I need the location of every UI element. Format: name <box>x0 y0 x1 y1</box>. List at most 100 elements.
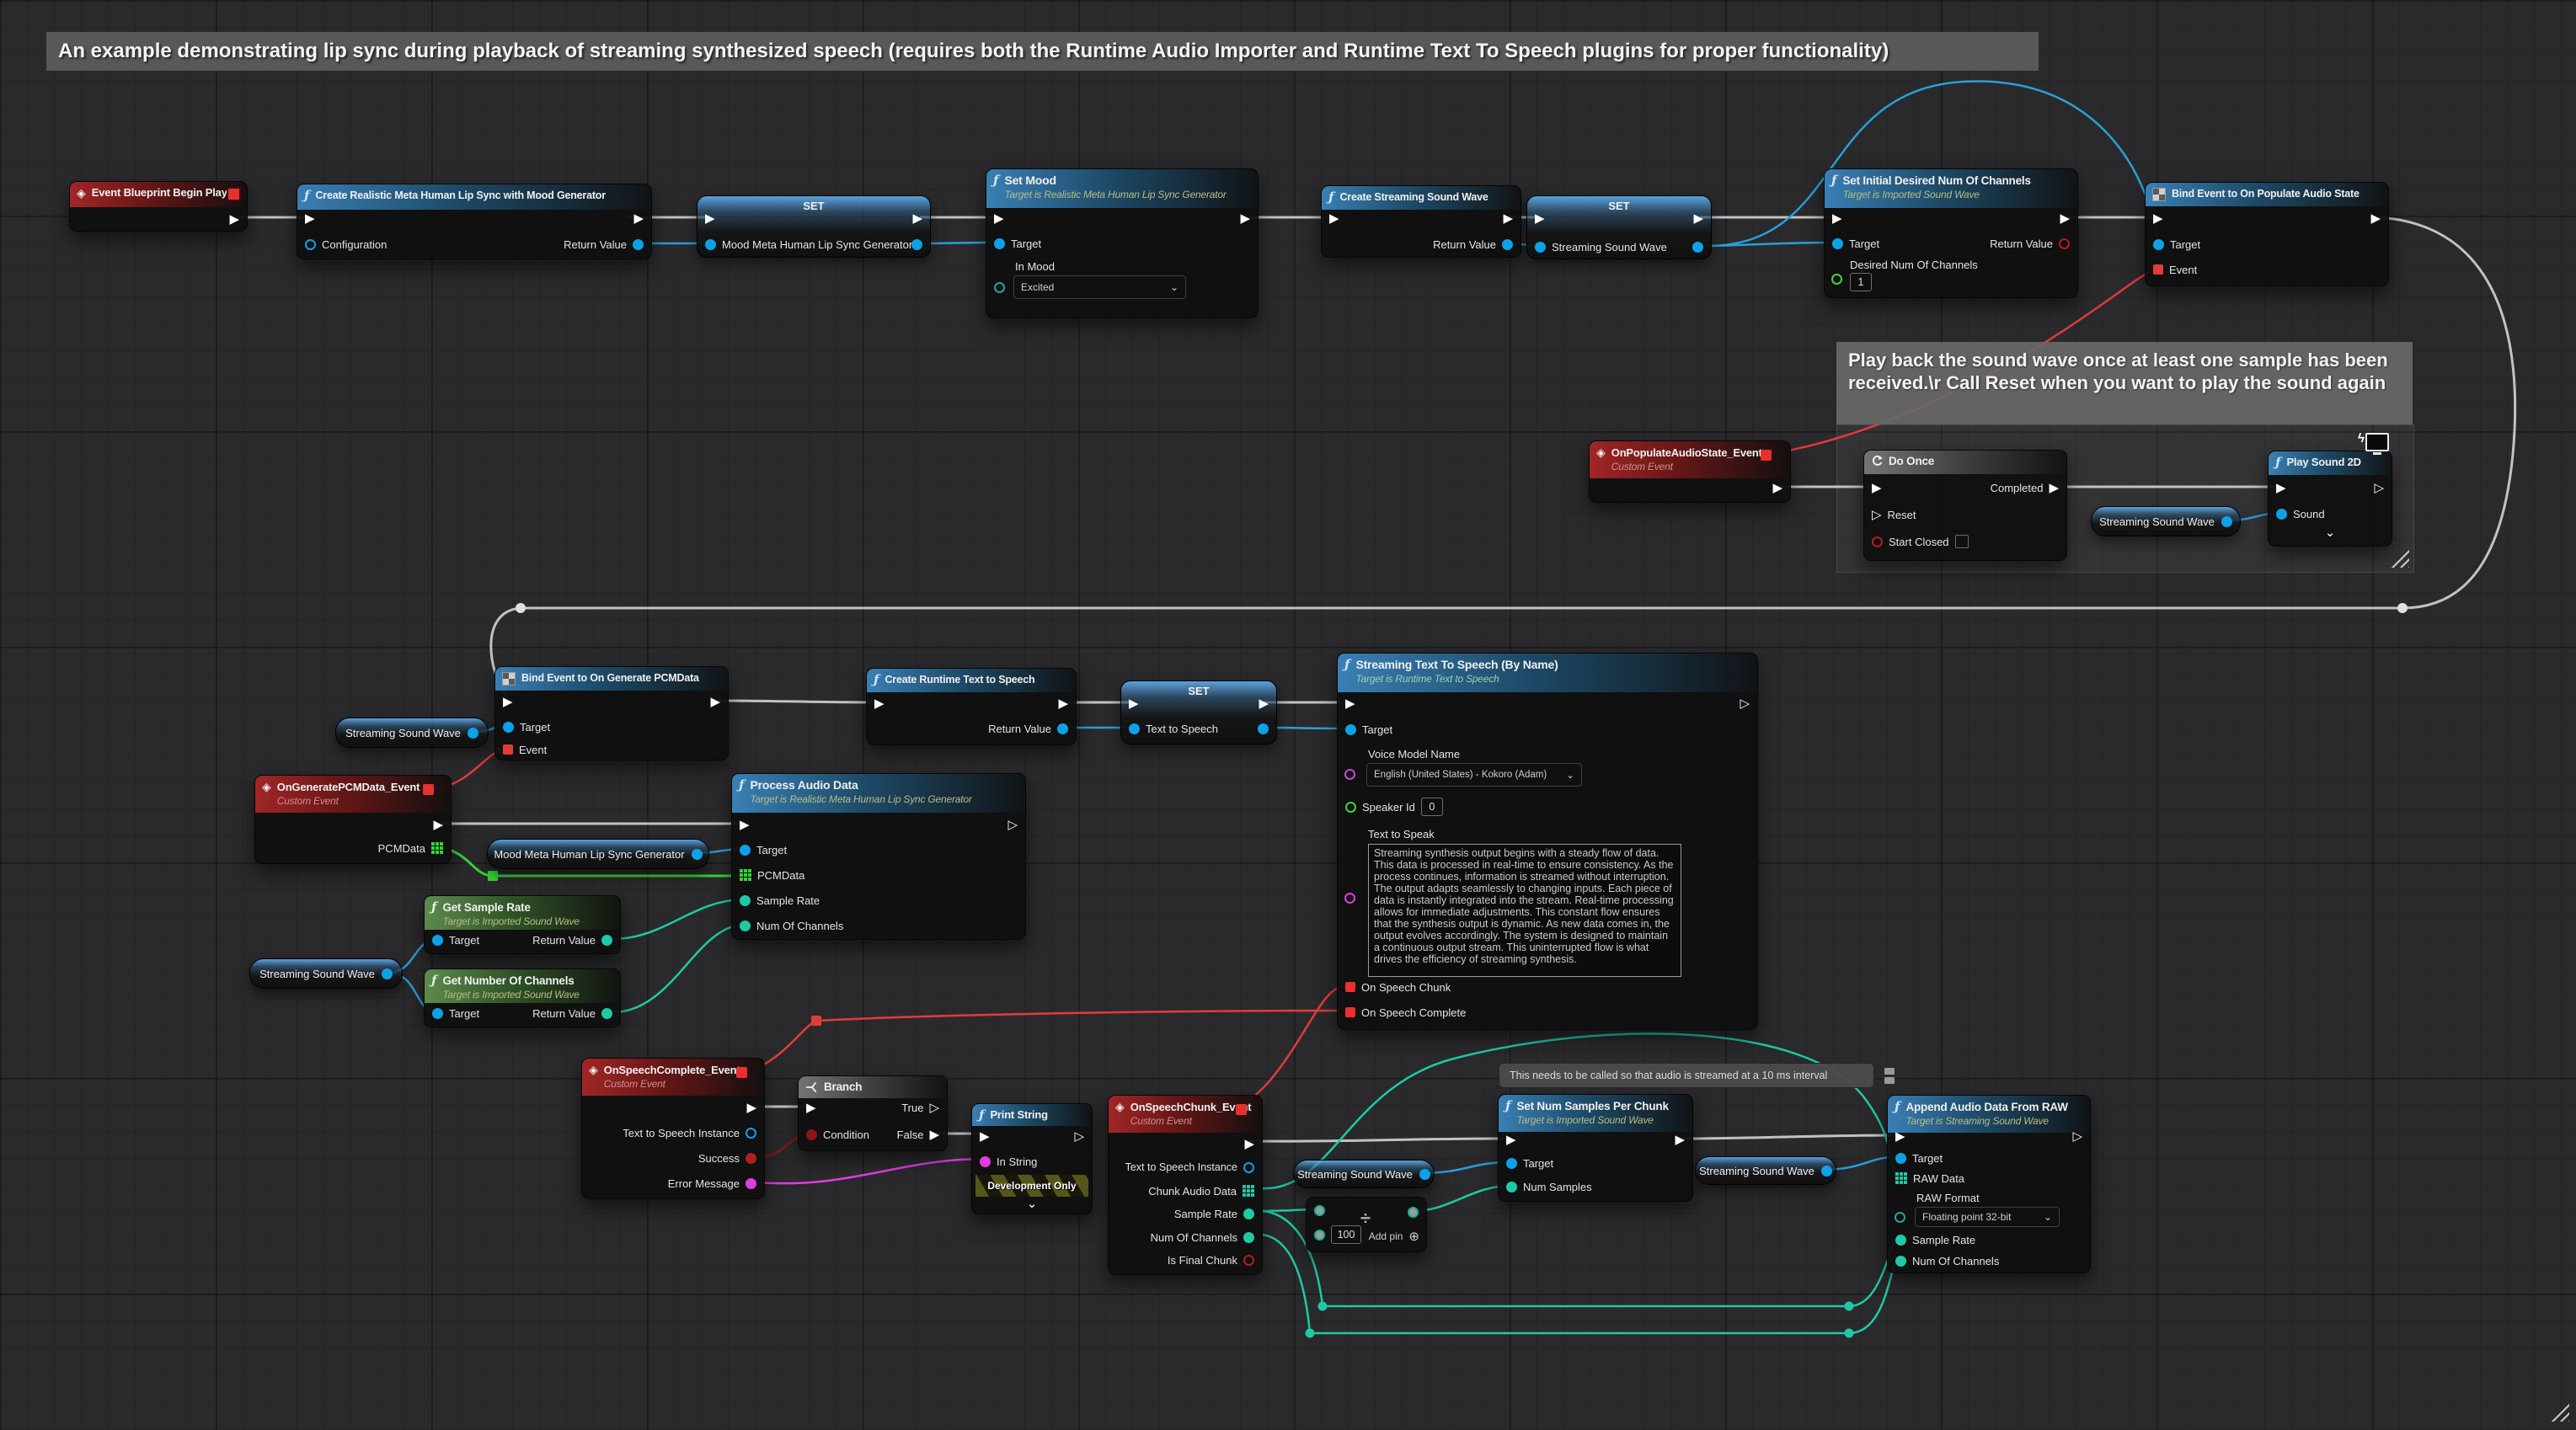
node-set-mood[interactable]: ƒ Set Mood Target is Realistic Meta Huma… <box>986 168 1259 318</box>
panel-resize-handle[interactable] <box>2549 1401 2569 1422</box>
node-divide[interactable]: ÷ 100 ⊕Add pin <box>1306 1197 1427 1252</box>
var-out-pin[interactable] <box>382 968 393 979</box>
exec-out-pin[interactable]: ▷ <box>1007 819 1018 831</box>
on-speech-complete-pin[interactable] <box>1345 1007 1355 1017</box>
node-bind-on-populate-audio-state[interactable]: Bind Event to On Populate Audio State ▶ … <box>2145 182 2389 286</box>
node-branch[interactable]: Branch ▶ ▷True Condition ▶False <box>798 1075 948 1151</box>
num-samples-pin[interactable] <box>1506 1182 1517 1193</box>
is-final-chunk-pin[interactable] <box>1243 1255 1254 1266</box>
configuration-pin[interactable] <box>305 239 316 250</box>
node-do-once[interactable]: Do Once ▶ ▶Completed ▷Reset Start Closed <box>1863 450 2067 561</box>
var-out-pin[interactable] <box>1419 1169 1430 1180</box>
speaker-id-input[interactable]: 0 <box>1421 798 1443 816</box>
expand-chevron-icon[interactable]: ⌄ <box>972 1198 1092 1210</box>
var-mood-generator[interactable]: Mood Meta Human Lip Sync Generator <box>487 839 709 869</box>
exec-out-pin[interactable]: ▶ <box>633 212 644 225</box>
exec-in-pin[interactable]: ▶ <box>1345 697 1355 710</box>
text-to-speak-pin[interactable] <box>1344 893 1355 904</box>
node-on-speech-chunk-event[interactable]: ◈ OnSpeechChunk_Event Custom Event ▶ Tex… <box>1108 1095 1263 1275</box>
var-streaming-sound-wave-4[interactable]: Streaming Sound Wave <box>1293 1160 1435 1188</box>
num-channels-pin[interactable] <box>740 920 751 931</box>
reset-pin[interactable]: ▷ <box>1872 509 1882 521</box>
var-out-pin[interactable] <box>692 849 703 860</box>
exec-in-pin[interactable]: ▶ <box>980 1130 990 1143</box>
comment-playback-header[interactable]: Play back the sound wave once at least o… <box>1836 342 2413 424</box>
exec-in-pin[interactable]: ▶ <box>503 696 513 708</box>
condition-pin[interactable] <box>806 1129 817 1140</box>
add-pin-icon[interactable]: ⊕ <box>1408 1229 1419 1244</box>
var-out-pin[interactable] <box>2221 516 2232 527</box>
start-closed-pin[interactable] <box>1872 536 1883 547</box>
delegate-pin[interactable] <box>423 784 434 795</box>
node-get-number-of-channels[interactable]: ƒ Get Number Of Channels Target is Impor… <box>424 968 621 1027</box>
false-pin[interactable]: ▶ <box>929 1129 939 1141</box>
exec-out-pin[interactable]: ▶ <box>433 819 443 831</box>
exec-in-pin[interactable]: ▶ <box>1872 482 1882 494</box>
exec-out-pin[interactable]: ▶ <box>1058 697 1068 710</box>
event-pin[interactable] <box>2153 264 2163 275</box>
num-channels-pin[interactable] <box>1895 1256 1906 1267</box>
exec-out-pin[interactable]: ▷ <box>1740 697 1750 710</box>
exec-out-pin[interactable]: ▷ <box>2374 482 2384 494</box>
node-streaming-text-to-speech[interactable]: ƒ Streaming Text To Speech (By Name) Tar… <box>1337 653 1758 1030</box>
raw-format-dropdown[interactable]: Floating point 32-bit⌄ <box>1915 1207 2060 1227</box>
completed-pin[interactable]: ▶ <box>2049 482 2059 494</box>
return-value-pin[interactable] <box>601 1008 612 1019</box>
node-process-audio-data[interactable]: ƒ Process Audio Data Target is Realistic… <box>731 773 1026 940</box>
voice-model-dropdown[interactable]: English (United States) - Kokoro (Adam)⌄ <box>1366 763 1582 787</box>
target-pin[interactable] <box>1832 238 1843 249</box>
exec-in-pin[interactable]: ▶ <box>1129 697 1139 710</box>
node-append-audio-data-from-raw[interactable]: ƒ Append Audio Data From RAW Target is S… <box>1887 1095 2091 1273</box>
pcmdata-pin[interactable] <box>740 869 751 881</box>
exec-in-pin[interactable]: ▶ <box>2276 482 2286 494</box>
in-mood-dropdown[interactable]: Excited⌄ <box>1013 275 1186 299</box>
node-set-text-to-speech[interactable]: SET ▶ ▶ Text to Speech <box>1120 680 1277 744</box>
raw-data-pin[interactable] <box>1895 1172 1907 1184</box>
graph-comment-title[interactable]: An example demonstrating lip sync during… <box>46 32 2039 71</box>
comment-pin-icon[interactable] <box>1879 1063 1900 1088</box>
target-pin[interactable] <box>994 238 1005 249</box>
node-event-begin-play[interactable]: ◈Event Blueprint Begin Play ▶ <box>69 181 248 232</box>
event-pin[interactable] <box>503 744 513 755</box>
divide-output-pin[interactable] <box>1408 1207 1419 1218</box>
var-in-pin[interactable] <box>1129 723 1140 734</box>
target-pin[interactable] <box>1506 1158 1517 1169</box>
return-value-pin[interactable] <box>1502 239 1513 250</box>
delegate-pin[interactable] <box>1761 450 1772 461</box>
pcmdata-pin[interactable] <box>431 842 443 854</box>
exec-out-pin[interactable]: ▷ <box>2072 1130 2082 1143</box>
start-closed-checkbox[interactable] <box>1955 535 1969 548</box>
var-out-pin[interactable] <box>1692 242 1703 253</box>
node-set-mood-generator[interactable]: SET ▶ ▶ Mood Meta Human Lip Sync Generat… <box>697 195 931 258</box>
node-play-sound-2d[interactable]: ƒPlay Sound 2D ▶ ▷ Sound ⌄ <box>2268 451 2392 547</box>
num-channels-pin[interactable] <box>1243 1232 1254 1243</box>
in-mood-pin[interactable] <box>994 282 1005 293</box>
exec-out-pin[interactable]: ▶ <box>229 213 239 226</box>
exec-out-pin[interactable]: ▷ <box>1074 1130 1084 1143</box>
exec-in-pin[interactable]: ▶ <box>1329 212 1339 225</box>
success-pin[interactable] <box>746 1153 756 1164</box>
text-to-speak-input[interactable]: Streaming synthesis output begins with a… <box>1368 844 1681 977</box>
sample-rate-pin[interactable] <box>740 895 751 906</box>
var-out-pin[interactable] <box>1258 723 1269 734</box>
on-speech-chunk-pin[interactable] <box>1345 982 1355 992</box>
exec-out-pin[interactable]: ▶ <box>1693 212 1703 225</box>
exec-out-pin[interactable]: ▶ <box>912 212 922 225</box>
in-string-pin[interactable] <box>980 1156 991 1167</box>
exec-in-pin[interactable]: ▶ <box>305 212 315 225</box>
delegate-pin[interactable] <box>736 1067 747 1078</box>
target-pin[interactable] <box>503 722 514 733</box>
node-get-sample-rate[interactable]: ƒ Get Sample Rate Target is Imported Sou… <box>424 895 621 954</box>
var-out-pin[interactable] <box>468 728 478 739</box>
delegate-pin[interactable] <box>1236 1104 1247 1115</box>
divide-input-a-pin[interactable] <box>1314 1205 1325 1216</box>
node-set-streaming-sound-wave[interactable]: SET ▶ ▶ Streaming Sound Wave <box>1526 195 1712 259</box>
node-create-streaming-sound-wave[interactable]: ƒCreate Streaming Sound Wave ▶ ▶ Return … <box>1321 185 1521 258</box>
exec-in-pin[interactable]: ▶ <box>994 212 1004 225</box>
node-on-populate-event[interactable]: ◈ OnPopulateAudioState_Event Custom Even… <box>1589 440 1791 503</box>
node-set-initial-num-channels[interactable]: ƒ Set Initial Desired Num Of Channels Ta… <box>1824 168 2078 298</box>
desired-channels-input[interactable]: 1 <box>1850 273 1872 291</box>
tts-instance-pin[interactable] <box>746 1128 756 1139</box>
exec-out-pin[interactable]: ▶ <box>1244 1138 1254 1150</box>
divide-value-input[interactable]: 100 <box>1331 1225 1361 1244</box>
